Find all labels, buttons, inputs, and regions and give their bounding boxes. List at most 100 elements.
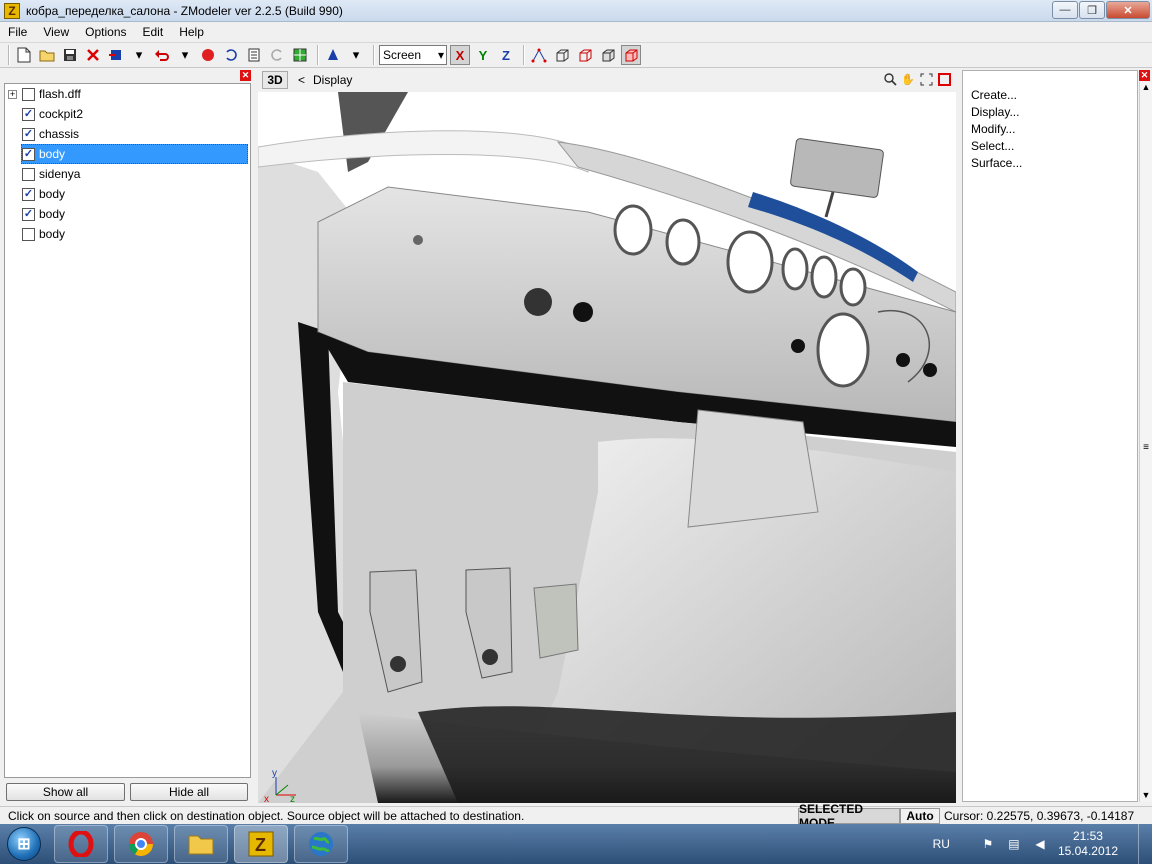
clock-time: 21:53 [1072,829,1103,843]
windows-logo-icon: ⊞ [7,827,41,861]
system-clock[interactable]: 21:53 15.04.2012 [1058,829,1118,859]
new-file-icon[interactable] [14,45,34,65]
axis-y-toggle[interactable]: Y [473,45,493,65]
object-select-icon[interactable] [598,45,618,65]
windows-taskbar: ⊞ Z RU ⚑ ▤ ◀ 21:53 15.04.2012 [0,824,1152,864]
3d-viewport-canvas[interactable]: x y z [258,92,956,803]
show-desktop-button[interactable] [1138,824,1152,864]
system-tray: RU ⚑ ▤ ◀ 21:53 15.04.2012 [933,824,1152,864]
menu-view[interactable]: View [35,25,77,39]
tree-item-body[interactable]: ✓ body [5,184,250,204]
show-all-button[interactable]: Show all [6,783,125,801]
maximize-button[interactable]: ❐ [1079,1,1105,19]
visibility-checkbox[interactable]: ✓ [22,127,35,141]
zmodeler-app-icon[interactable]: Z [4,2,20,19]
tree-item-chassis[interactable]: ✓ chassis [5,124,250,144]
menu-bar: File View Options Edit Help [0,22,1152,41]
dropdown-arrow-icon[interactable]: ▾ [129,45,149,65]
start-button[interactable]: ⊞ [0,824,48,864]
tree-item-body-selected[interactable]: ✓ body [5,144,250,164]
save-icon[interactable] [60,45,80,65]
pan-hand-icon[interactable]: ✋ [900,71,916,87]
axis-x-toggle[interactable]: X [450,45,470,65]
tree-item-label: sidenya [39,167,81,181]
object-tree-panel: ✕ + flash.dff ✓ cockpit2 ✓ chassis ✓ bod… [0,68,256,805]
menu-options[interactable]: Options [77,25,134,39]
window-title: кобра_переделка_салона - ZModeler ver 2.… [26,3,343,18]
face-select-icon[interactable] [575,45,595,65]
delete-icon[interactable] [83,45,103,65]
tree-item-body[interactable]: ✓ body [5,204,250,224]
title-bar: Z кобра_переделка_салона - ZModeler ver … [0,0,1152,22]
taskbar-globe[interactable] [294,825,348,863]
command-display[interactable]: Display... [963,104,1137,121]
visibility-checkbox[interactable]: ✓ [22,187,35,201]
clock-date: 15.04.2012 [1057,844,1118,858]
maximize-viewport-icon[interactable] [936,71,952,87]
visibility-checkbox[interactable]: ✓ [22,147,35,161]
tree-item-body[interactable]: body [5,224,250,244]
taskbar-chrome[interactable] [114,825,168,863]
undo-icon[interactable] [152,45,172,65]
object-mode-icon[interactable] [621,45,641,65]
panel-close-icon[interactable]: ✕ [1139,70,1150,81]
action-center-flag-icon[interactable]: ⚑ [980,836,996,852]
taskbar-explorer[interactable] [174,825,228,863]
menu-help[interactable]: Help [171,25,212,39]
notes-icon[interactable] [244,45,264,65]
language-indicator[interactable]: RU [933,837,950,851]
view-select[interactable]: Screen ▾ [379,45,447,65]
box-select-icon[interactable] [552,45,572,65]
network-icon[interactable]: ▤ [1006,836,1022,852]
tree-item-cockpit2[interactable]: ✓ cockpit2 [5,104,250,124]
status-bar: Click on source and then click on destin… [0,802,1152,830]
toolbar-separator [8,45,10,65]
command-create[interactable]: Create... [963,87,1137,104]
dropdown-arrow-icon[interactable]: ▾ [175,45,195,65]
visibility-checkbox[interactable] [22,167,35,181]
visibility-checkbox[interactable] [22,87,35,101]
tree-item-flash-dff[interactable]: + flash.dff [5,84,250,104]
tree-item-label: chassis [39,127,80,141]
menu-edit[interactable]: Edit [135,25,172,39]
menu-file[interactable]: File [0,25,35,39]
scroll-down-icon[interactable]: ▼ [1140,790,1152,800]
grid-icon[interactable] [290,45,310,65]
viewport-mode-button[interactable]: 3D [262,71,288,89]
volume-icon[interactable]: ◀ [1032,836,1048,852]
svg-text:Z: Z [255,835,266,855]
visibility-checkbox[interactable]: ✓ [22,107,35,121]
close-button[interactable]: ✕ [1106,1,1150,19]
minimize-button[interactable]: — [1052,1,1078,19]
viewport-header: 3D < Display ✋ [258,68,958,92]
command-select[interactable]: Select... [963,138,1137,155]
zoom-extents-icon[interactable] [918,71,934,87]
tree-item-sidenya[interactable]: sidenya [5,164,250,184]
axis-y-label: y [272,768,277,779]
axis-z-toggle[interactable]: Z [496,45,516,65]
vertex-select-icon[interactable] [529,45,549,65]
command-modify[interactable]: Modify... [963,121,1137,138]
selected-mode-indicator[interactable]: SELECTED MODE [798,802,900,830]
panel-close-icon[interactable]: ✕ [240,70,251,81]
dropdown-arrow-icon[interactable]: ▾ [346,45,366,65]
render-sphere-icon[interactable] [198,45,218,65]
visibility-checkbox[interactable]: ✓ [22,207,35,221]
taskbar-opera[interactable] [54,825,108,863]
auto-indicator[interactable]: Auto [900,807,940,824]
scroll-grip-icon[interactable]: ≡ [1140,442,1152,453]
import-icon[interactable] [106,45,126,65]
taskbar-zmodeler[interactable]: Z [234,825,288,863]
redo-icon[interactable] [267,45,287,65]
expand-plus-icon[interactable]: + [8,89,17,99]
command-panel-scrollbar[interactable]: ▲ ≡ ▼ [1139,82,1152,802]
hide-all-button[interactable]: Hide all [130,783,248,801]
rotate-icon[interactable] [221,45,241,65]
scroll-up-icon[interactable]: ▲ [1140,82,1152,92]
open-folder-icon[interactable] [37,45,57,65]
visibility-checkbox[interactable] [22,227,35,241]
command-surface[interactable]: Surface... [963,155,1137,172]
zoom-icon[interactable] [882,71,898,87]
material-drop-icon[interactable] [323,45,343,65]
viewport-nav-back[interactable]: < [298,73,305,87]
